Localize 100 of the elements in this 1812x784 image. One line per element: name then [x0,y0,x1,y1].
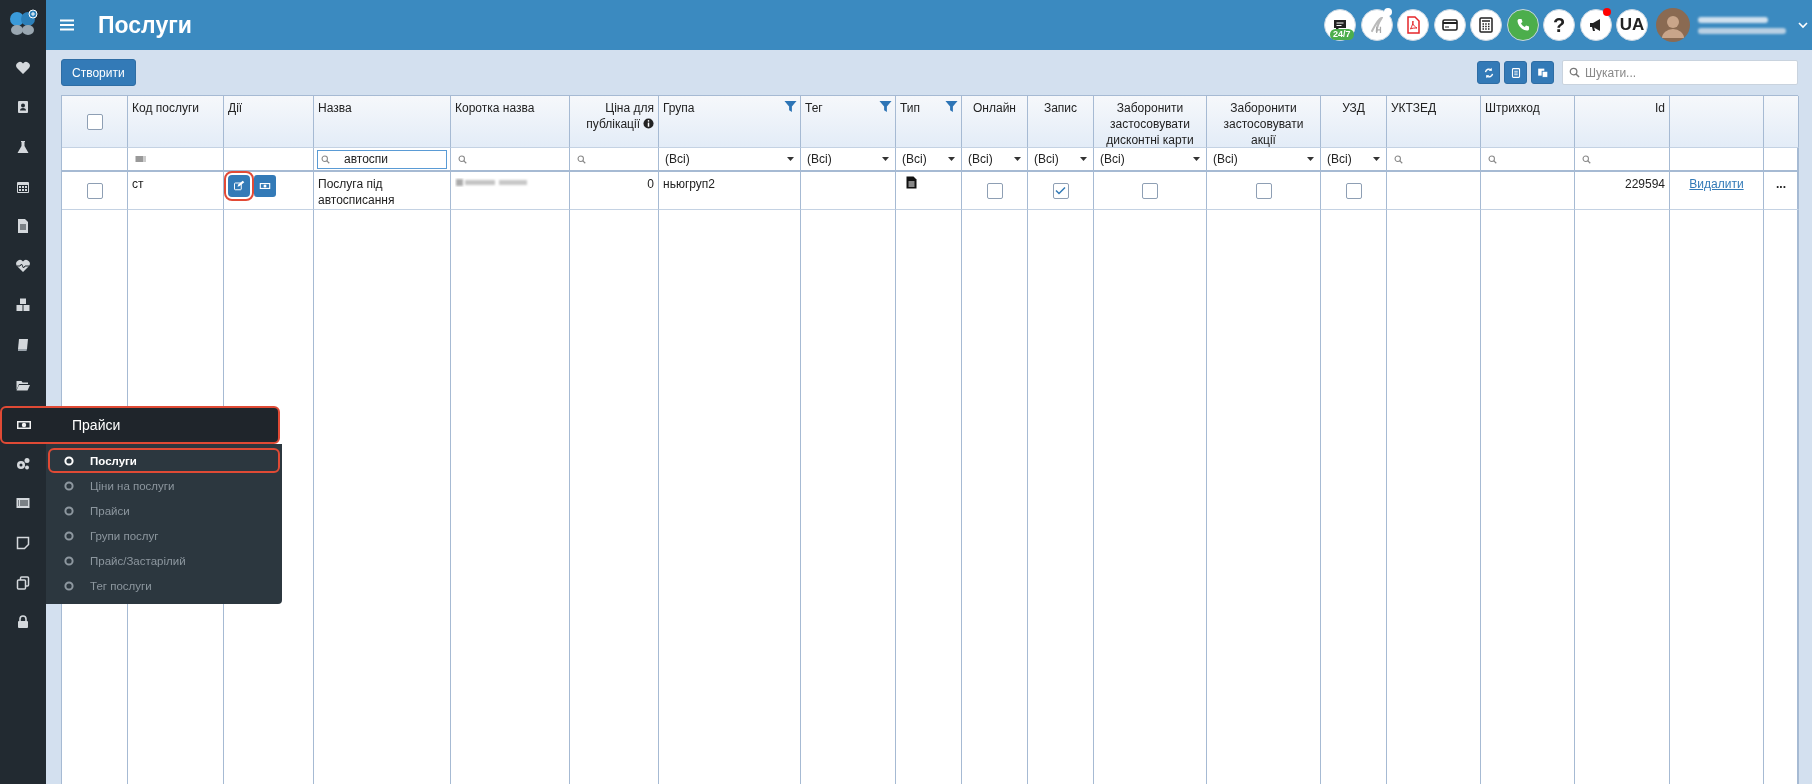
search-icon [1569,67,1580,78]
butterfly-logo[interactable] [10,9,38,35]
column-header[interactable]: Тип [900,100,920,116]
caret-icon [948,157,955,161]
calculator-button[interactable] [1470,9,1502,41]
filter-dropdown[interactable]: (Всі) [899,149,958,169]
note-icon[interactable] [15,534,31,551]
book-icon[interactable] [15,336,31,353]
chevron-down-icon[interactable] [1798,21,1808,29]
filter-dropdown[interactable]: (Всі) [804,149,892,169]
circle-icon [64,455,74,466]
column-header[interactable]: Запис [1043,100,1078,116]
column-header[interactable]: Штрихкод [1485,100,1540,116]
cubes-icon[interactable] [15,297,31,314]
caret-icon [787,157,794,161]
dropdown-value: (Всі) [1327,152,1352,166]
dropdown-value: (Всі) [968,152,993,166]
search-icon [321,154,330,164]
column-header[interactable]: Id [1655,100,1665,116]
search-icon [577,154,586,164]
delete-link[interactable]: Видалити [1689,176,1744,205]
card-button[interactable] [1433,9,1466,41]
circle-icon [64,580,74,591]
heart-icon[interactable] [15,59,31,76]
column-header[interactable]: УЗД [1342,100,1365,116]
text-filter-icon[interactable] [135,155,147,163]
caret-icon [882,157,889,161]
contact-card-icon[interactable] [15,99,31,116]
checkbox[interactable] [986,182,1003,199]
menu-title: Прайси [72,417,121,433]
submenu-item[interactable]: Групи послуг [48,523,280,548]
filter-dropdown[interactable]: (Всі) [965,149,1024,169]
submenu-item[interactable]: Тег послуги [48,573,280,598]
checkbox[interactable] [1142,182,1158,199]
more-menu[interactable]: ... [1776,176,1786,205]
checkbox[interactable] [86,113,103,130]
megaphone-button[interactable] [1579,9,1612,41]
flask-icon[interactable] [15,139,31,155]
dropdown-value: (Всі) [1213,152,1238,166]
gears-icon[interactable] [15,455,31,472]
search-icon [458,154,467,164]
filter-dropdown[interactable]: (Всі) [1210,149,1317,169]
caret-icon [1193,157,1200,161]
badge: 24/7 [1330,29,1354,40]
column-header[interactable]: Тег [805,100,823,116]
logo-button[interactable] [1360,9,1393,41]
table-cell-text: ньюгруп2 [663,176,715,193]
caret-icon [1373,157,1380,161]
column-header[interactable]: Група [663,100,695,116]
filter-icon[interactable] [945,100,958,113]
language-button[interactable]: UA [1616,9,1648,41]
circle-icon [64,555,74,566]
save-button[interactable] [1504,61,1527,84]
pdf-button[interactable] [1397,9,1429,41]
column-header[interactable]: Дії [228,100,243,116]
dropdown-value: (Всі) [807,152,832,166]
menu-header[interactable]: Прайси [0,406,280,444]
column-header[interactable]: УКТЗЕД [1391,100,1437,116]
help-button[interactable]: ? [1543,9,1575,41]
banknote-icon [259,180,271,192]
phone-button[interactable] [1506,9,1539,41]
circle-icon [64,480,74,491]
filter-dropdown[interactable]: (Всі) [662,149,797,169]
page-title: Послуги [98,11,192,39]
search-icon [1582,154,1591,164]
filter-dropdown[interactable]: (Всі) [1097,149,1203,169]
dropdown-value: (Всі) [1100,152,1125,166]
submenu-item[interactable]: Ціни на послуги [48,473,280,498]
document-icon [906,176,917,189]
column-header[interactable]: Назва [318,100,352,116]
filter-icon[interactable] [879,100,892,113]
refresh-button[interactable] [1477,61,1500,84]
filter-field[interactable]: автоспи [317,149,447,169]
checkbox[interactable] [1052,182,1069,199]
checkbox[interactable] [86,182,103,199]
caret-icon [1080,157,1087,161]
menu-icon[interactable] [60,19,74,31]
lock-icon[interactable] [15,614,31,631]
columns-button[interactable] [1531,61,1554,84]
banknote-button[interactable] [254,175,276,197]
document-icon[interactable] [15,218,31,235]
heartbeat-icon[interactable] [15,257,31,274]
filter-icon[interactable] [784,100,797,113]
filter-dropdown[interactable]: (Всі) [1031,149,1090,169]
submenu-item[interactable]: Прайс/Застарілий [48,548,280,573]
edit-icon [233,180,245,192]
search-field[interactable]: Шукати... [1562,60,1798,85]
create-button[interactable]: Створити [61,59,136,86]
submenu-item[interactable]: Прайси [48,498,280,523]
table-cell-text: 229594 [1624,176,1665,193]
filter-value: автоспи [344,152,389,166]
checkbox[interactable] [1345,182,1362,199]
table-cell-text: Послуга під автосписання [318,176,396,205]
checkbox[interactable] [1255,182,1272,199]
table-cell-text: ст [132,176,144,193]
submenu-item[interactable]: Послуги [48,448,280,473]
dropdown-value: (Всі) [1034,152,1059,166]
copy-icon[interactable] [15,574,31,591]
table-cell-text: 0 [647,176,654,193]
filter-dropdown[interactable]: (Всі) [1324,149,1383,169]
